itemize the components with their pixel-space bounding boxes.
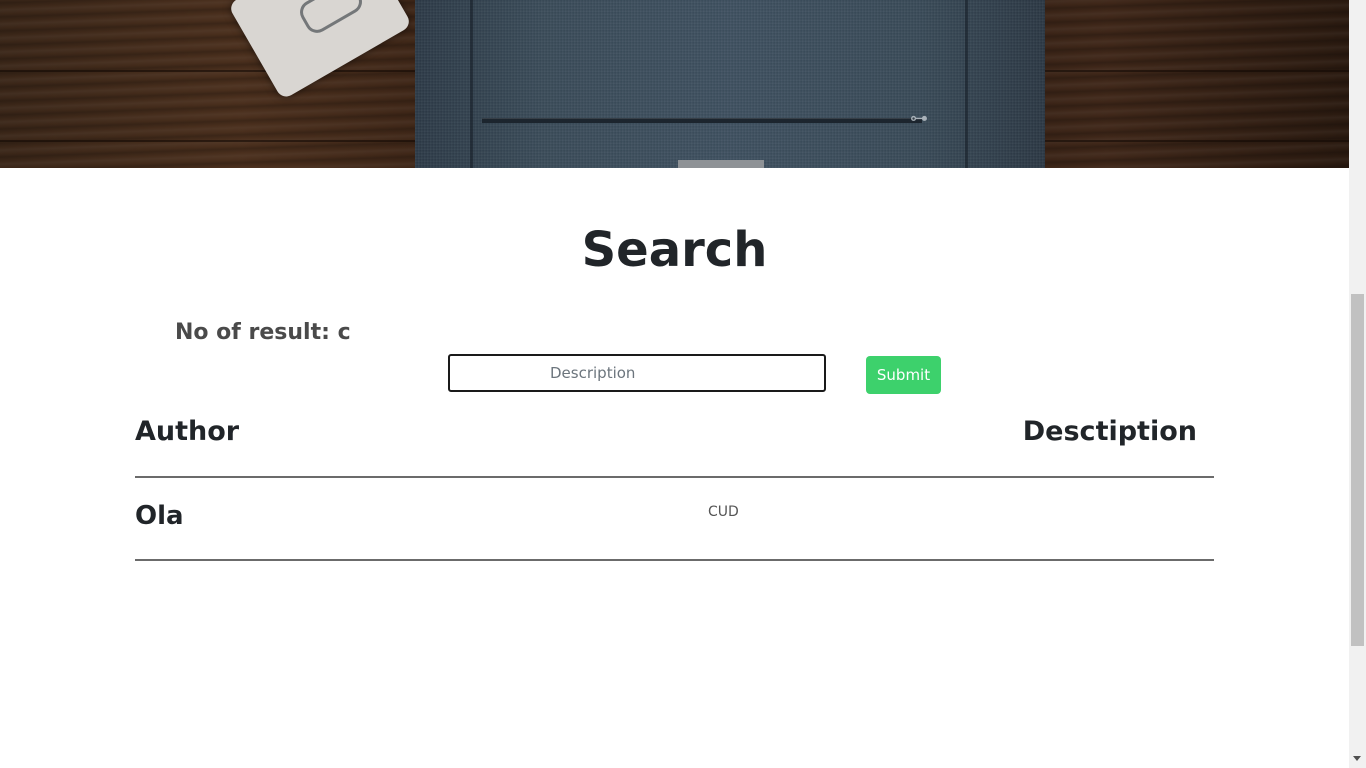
backpack-seam-right: [965, 0, 968, 168]
scroll-down-arrow-icon[interactable]: [1353, 756, 1361, 761]
description-search-input[interactable]: [448, 354, 826, 392]
table-header: Author Desctiption: [135, 400, 1214, 478]
backpack-seam-left: [470, 0, 473, 168]
scrollbar-thumb[interactable]: [1351, 294, 1364, 646]
results-table: Author Desctiption Ola CUD: [135, 400, 1214, 561]
backpack-zipper: [482, 118, 922, 123]
zipper-pull-icon: ⊶: [910, 108, 928, 129]
table-row: Ola CUD: [135, 478, 1214, 561]
page-viewport: ⊶ Search No of result: c Submit Author D…: [0, 0, 1349, 768]
submit-button[interactable]: Submit: [866, 356, 941, 394]
backpack-tag: [678, 160, 764, 168]
vertical-scrollbar[interactable]: [1349, 0, 1366, 768]
page-title: Search: [581, 222, 768, 278]
hero-backpack: [415, 0, 1045, 168]
result-count-label: No of result: c: [175, 320, 351, 345]
column-header-description: Desctiption: [1022, 416, 1197, 447]
cell-author: Ola: [135, 501, 184, 531]
hero-banner-image: ⊶: [0, 0, 1349, 168]
cell-description: CUD: [708, 504, 739, 520]
column-header-author: Author: [135, 416, 240, 447]
